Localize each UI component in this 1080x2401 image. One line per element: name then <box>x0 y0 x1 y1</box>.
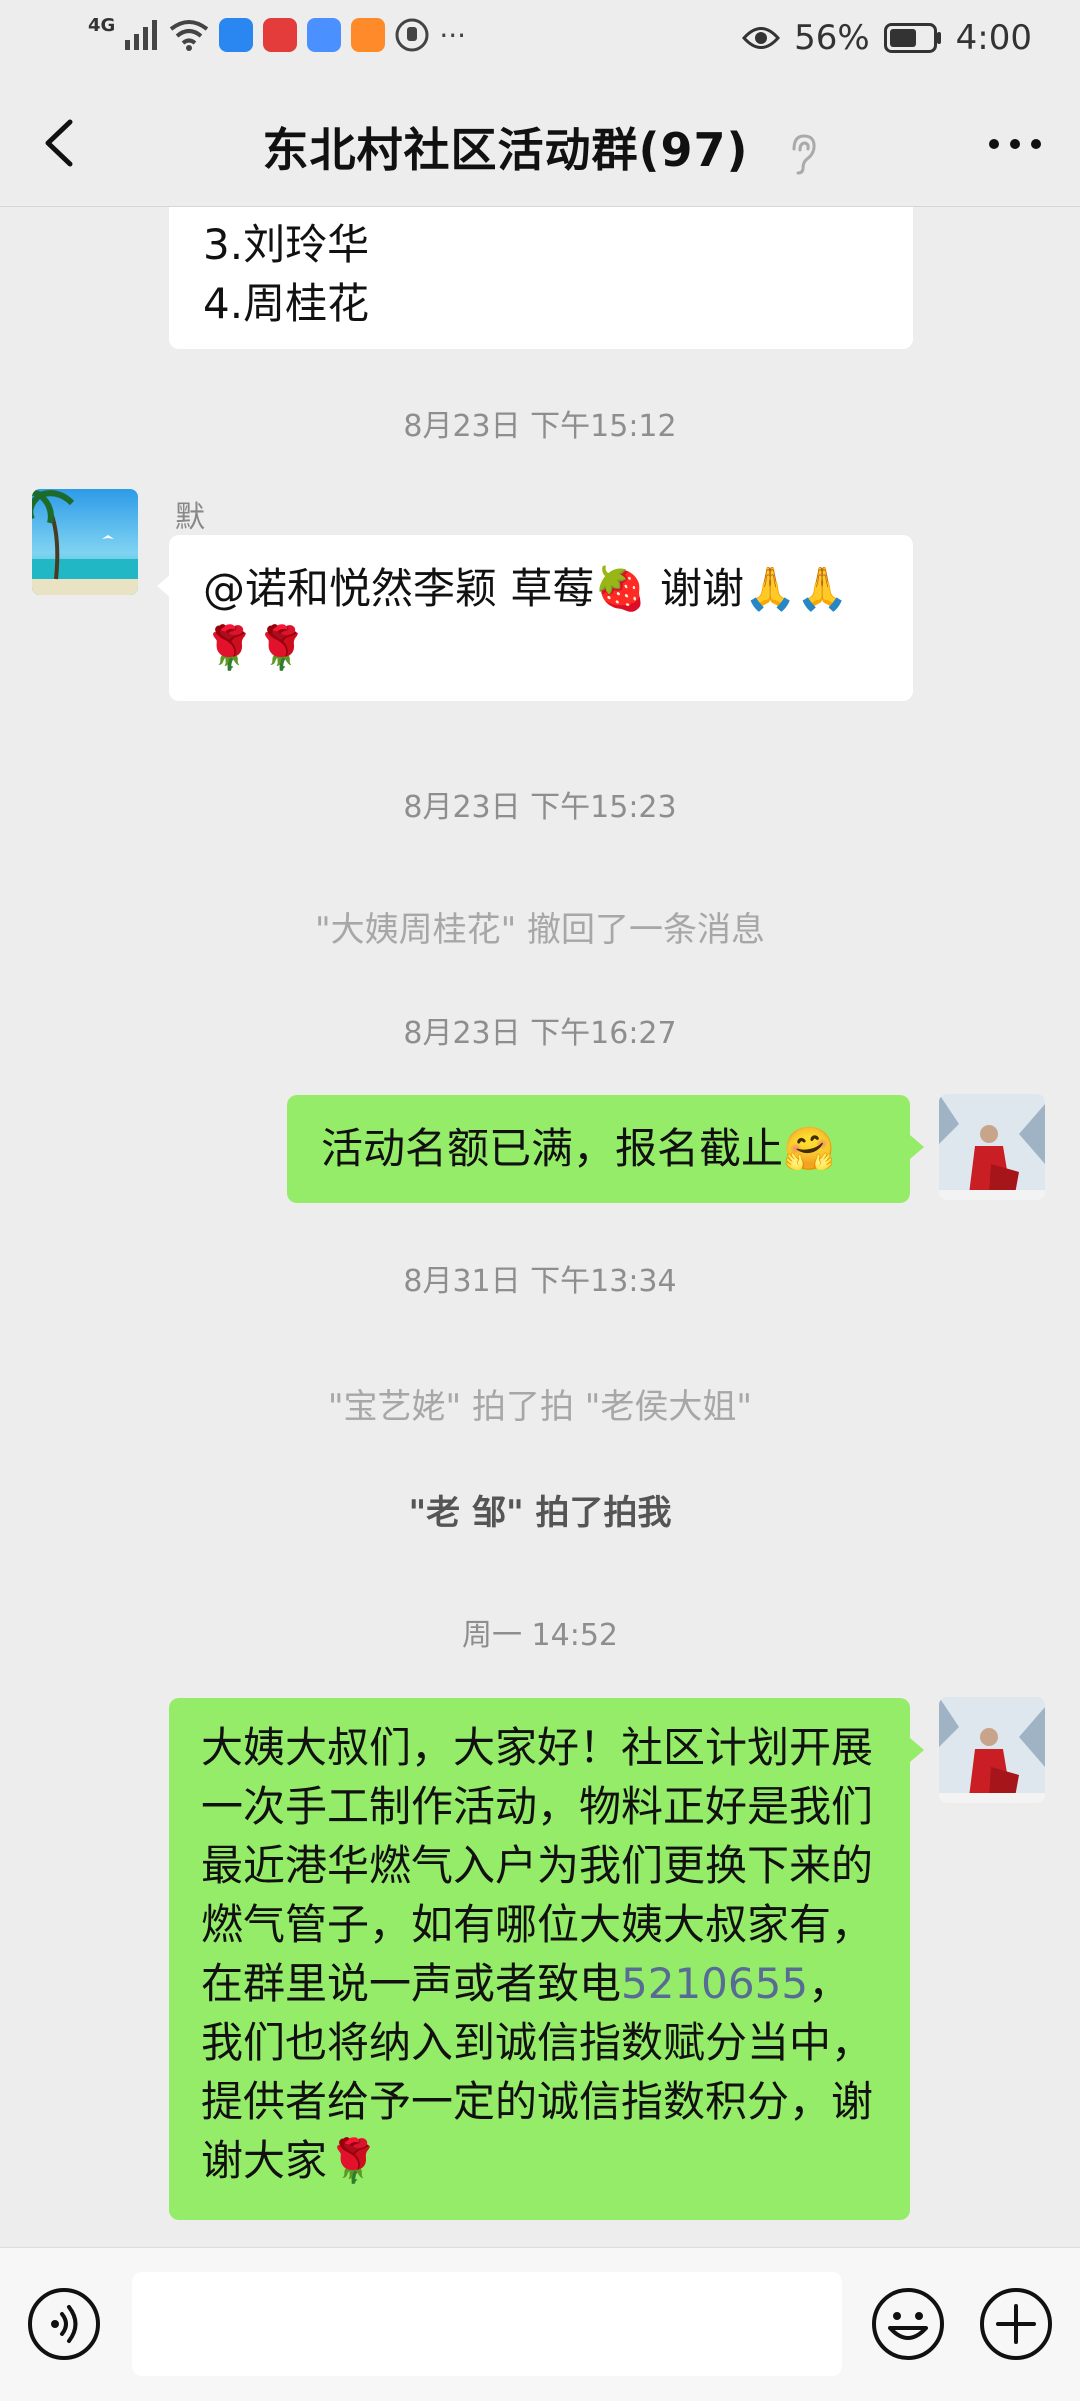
bubble-tail <box>910 1738 924 1762</box>
signal-icon <box>125 20 158 50</box>
play-app-icon <box>351 18 386 52</box>
clock: 4:00 <box>955 18 1032 58</box>
phone-number-link[interactable]: 5210655 <box>621 1959 808 2008</box>
self-avatar-image <box>939 1094 1045 1200</box>
message-text: 活动名额已满，报名截止🤗 <box>321 1124 836 1173</box>
status-right: 56% 4:00 <box>742 18 1032 58</box>
chat-header: 东北村社区活动群(97) <box>0 80 1080 207</box>
pat-notice: "宝艺姥" 拍了拍 "老侯大姐" <box>327 1387 753 1427</box>
avatar-self[interactable] <box>939 1094 1045 1200</box>
bubble-tail <box>910 1135 924 1159</box>
emoji-icon[interactable] <box>870 2286 946 2362</box>
cloud-app-icon <box>307 18 342 52</box>
chat-title: 东北村社区活动群(97) <box>262 123 749 177</box>
message-list[interactable]: 3.刘玲华 4.周桂花 8月23日 下午15:12 默 @诺和悦然李颖 草莓🍓 … <box>0 207 1080 2247</box>
sender-name: 默 <box>175 500 205 535</box>
list-line: 4.周桂花 <box>203 279 370 328</box>
input-bar <box>0 2247 1080 2401</box>
hand-icon <box>395 18 429 52</box>
message-bubble-sent[interactable]: 大姨大叔们，大家好！社区计划开展一次手工制作活动，物料正好是我们最近港华燃气入户… <box>169 1698 910 2220</box>
message-bubble-list[interactable]: 3.刘玲华 4.周桂花 <box>169 207 913 349</box>
message-bubble-sent[interactable]: 活动名额已满，报名截止🤗 <box>287 1095 910 1203</box>
timestamp: 8月23日 下午16:27 <box>403 1016 677 1051</box>
status-left: 4G ··· <box>88 14 467 52</box>
avatar-self[interactable] <box>939 1697 1045 1803</box>
avatar-beach[interactable] <box>32 489 138 595</box>
chat-title-row: 东北村社区活动群(97) <box>0 114 1080 180</box>
timestamp: 8月23日 下午15:23 <box>403 790 677 825</box>
message-text: @诺和悦然李颖 草莓🍓 谢谢🙏🙏🌹🌹 <box>203 564 849 672</box>
timestamp: 周一 14:52 <box>462 1618 618 1653</box>
timestamp: 8月31日 下午13:34 <box>403 1264 677 1299</box>
more-icon[interactable] <box>980 124 1050 164</box>
battery-icon <box>883 23 941 53</box>
signal-label: 4G <box>88 14 116 36</box>
timestamp: 8月23日 下午15:12 <box>403 409 677 444</box>
battery-percent: 56% <box>794 18 870 58</box>
plus-icon[interactable] <box>978 2286 1054 2362</box>
self-avatar-image <box>939 1697 1045 1803</box>
pat-notice-self: "老 邹" 拍了拍我 <box>408 1493 672 1533</box>
message-input[interactable] <box>132 2272 842 2376</box>
heart-app-icon <box>263 18 298 52</box>
status-bar: 4G ··· 56% 4:00 <box>0 0 1080 80</box>
recall-notice: "大姨周桂花" 撤回了一条消息 <box>314 910 766 950</box>
message-bubble-received[interactable]: @诺和悦然李颖 草莓🍓 谢谢🙏🙏🌹🌹 <box>169 535 913 701</box>
wifi-icon <box>170 20 209 51</box>
voice-icon[interactable] <box>26 2286 102 2362</box>
list-line: 3.刘玲华 <box>203 220 370 269</box>
status-more: ··· <box>439 18 467 52</box>
eye-icon <box>742 27 781 49</box>
ear-icon <box>792 133 816 174</box>
beach-avatar-image <box>32 489 138 595</box>
weather-app-icon <box>219 18 254 52</box>
